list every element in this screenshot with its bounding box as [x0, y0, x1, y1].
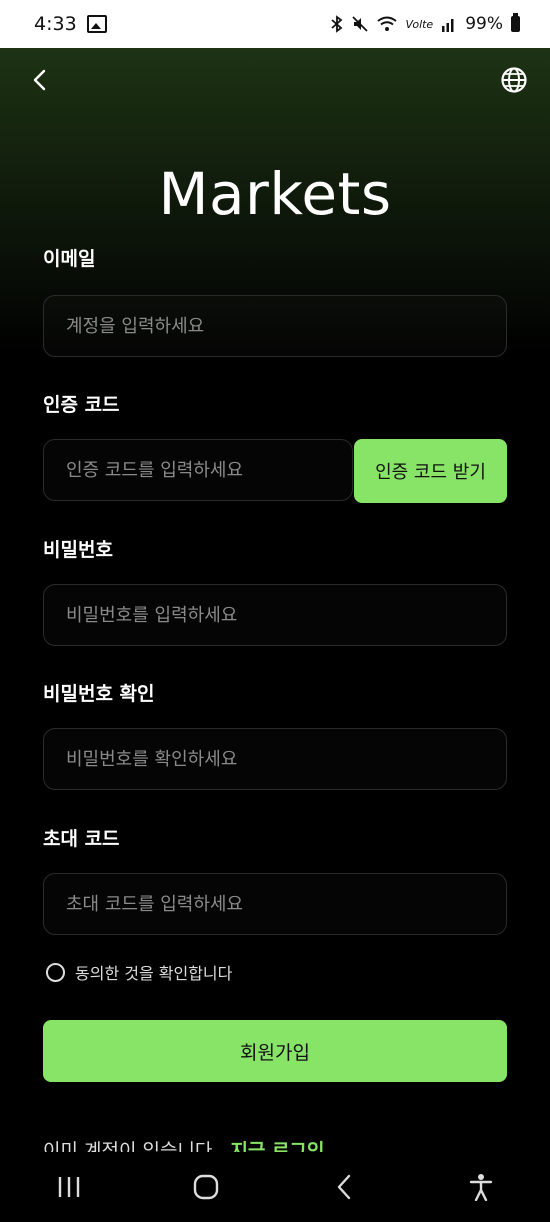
- password-field-box: [43, 584, 507, 646]
- code-field[interactable]: [44, 440, 352, 500]
- login-prompt: 이미 계정이 있습니다. 지금 로그인: [43, 1136, 324, 1152]
- email-field[interactable]: [44, 296, 506, 356]
- system-nav-bar: [0, 1152, 550, 1222]
- chevron-left-icon[interactable]: [28, 68, 52, 92]
- invite-label: 초대 코드: [43, 828, 120, 850]
- battery-icon: [511, 13, 520, 32]
- agree-label: 동의한 것을 확인합니다: [75, 964, 233, 983]
- status-bar: 4:33 Volte 99%: [0, 0, 550, 48]
- code-field-box: [43, 439, 353, 501]
- back-icon: [337, 1174, 350, 1200]
- accessibility-button[interactable]: [461, 1167, 501, 1207]
- home-button[interactable]: [186, 1167, 226, 1207]
- gallery-notification-icon: [86, 15, 107, 33]
- password-confirm-label: 비밀번호 확인: [43, 683, 155, 705]
- status-time: 4:33: [34, 13, 77, 35]
- agree-row[interactable]: 동의한 것을 확인합니다: [46, 960, 232, 984]
- home-icon: [194, 1174, 219, 1200]
- bluetooth-icon: [331, 15, 343, 33]
- signal-icon: [442, 19, 454, 32]
- status-left: 4:33: [34, 13, 107, 35]
- invite-code-field[interactable]: [44, 874, 506, 934]
- email-label: 이메일: [43, 248, 96, 270]
- wifi-icon: [377, 16, 398, 31]
- app-screen: Markets 이메일 인증 코드 인증 코드 받기 비밀번호 비밀번호 확인 …: [0, 48, 550, 1152]
- get-code-button[interactable]: 인증 코드 받기: [354, 439, 507, 503]
- invite-field-box: [43, 873, 507, 935]
- page-title: Markets: [158, 160, 392, 228]
- network-type: Volte: [405, 17, 434, 31]
- recents-button[interactable]: [49, 1167, 89, 1207]
- recents-icon: [58, 1177, 79, 1197]
- accessibility-icon: [470, 1174, 493, 1201]
- login-link[interactable]: 지금 로그인: [230, 1140, 324, 1152]
- agree-radio[interactable]: [46, 962, 65, 982]
- code-label: 인증 코드: [43, 394, 120, 416]
- signup-button[interactable]: 회원가입: [43, 1020, 507, 1082]
- mute-icon: [352, 16, 369, 32]
- password-confirm-field-box: [43, 728, 507, 790]
- email-field-box: [43, 295, 507, 357]
- battery-percent: 99%: [465, 14, 503, 34]
- nav-back-button[interactable]: [324, 1167, 364, 1207]
- password-confirm-field[interactable]: [44, 729, 506, 789]
- has-account-text: 이미 계정이 있습니다.: [43, 1140, 219, 1152]
- status-right: Volte 99%: [331, 13, 520, 34]
- globe-icon[interactable]: [500, 66, 528, 94]
- password-label: 비밀번호: [43, 539, 113, 561]
- password-field[interactable]: [44, 585, 506, 645]
